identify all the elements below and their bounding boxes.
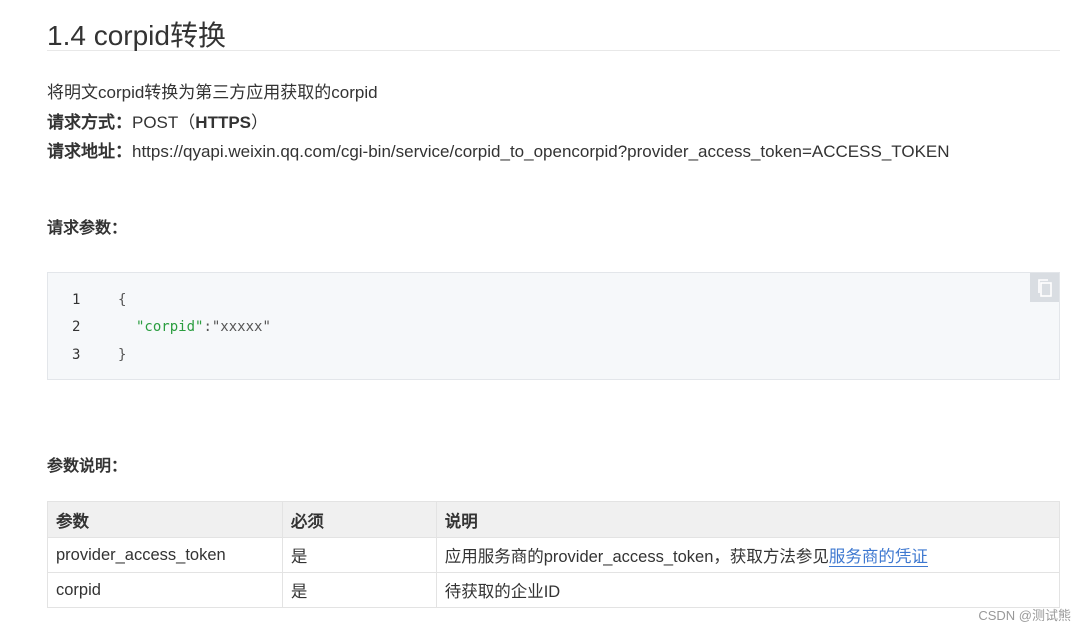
json-value: "xxxxx" <box>211 319 271 335</box>
request-method-value: POST（ <box>132 112 196 132</box>
header-param: 参数 <box>47 501 283 538</box>
request-method-line: 请求方式：POST（HTTPS） <box>47 112 269 132</box>
param-desc-heading: 参数说明： <box>47 458 128 475</box>
header-desc: 说明 <box>435 501 1061 538</box>
request-url-value: https://qyapi.weixin.qq.com/cgi-bin/serv… <box>132 142 950 161</box>
description-block: 将明文corpid转换为第三方应用获取的corpid 请求方式：POST（HTT… <box>47 78 1060 167</box>
table-row: corpid 是 待获取的企业ID <box>47 572 1061 608</box>
code-text: { <box>118 292 127 308</box>
json-colon: : <box>203 319 212 335</box>
request-method-label: 请求方式 <box>47 112 115 132</box>
cell-required: 是 <box>281 537 437 573</box>
article-content: 1.4 corpid转换 将明文corpid转换为第三方应用获取的corpid … <box>47 0 1061 608</box>
request-protocol: HTTPS <box>195 112 252 132</box>
copy-icon <box>1037 278 1052 297</box>
json-key: "corpid" <box>136 319 204 335</box>
copy-button[interactable] <box>1030 273 1059 302</box>
code-text: } <box>118 347 127 363</box>
description-text: 将明文corpid转换为第三方应用获取的corpid <box>47 83 378 102</box>
request-params-heading: 请求参数： <box>47 220 128 237</box>
line-number: 2 <box>72 319 81 335</box>
params-table: 参数 必须 说明 provider_access_token 是 应用服务商的p… <box>47 501 1061 608</box>
cell-required: 是 <box>281 572 437 608</box>
code-text: "corpid":"xxxxx" <box>136 317 271 337</box>
page-title: 1.4 corpid转换 <box>47 0 1060 51</box>
cell-param: provider_access_token <box>47 537 283 573</box>
line-number: 3 <box>72 347 81 363</box>
table-row: provider_access_token 是 应用服务商的provider_a… <box>47 537 1061 573</box>
code-block: 1 { 2 "corpid":"xxxxx" 3 } <box>47 272 1060 380</box>
table-header-row: 参数 必须 说明 <box>47 501 1061 538</box>
request-url-line: 请求地址：https://qyapi.weixin.qq.com/cgi-bin… <box>47 142 950 161</box>
cell-desc: 应用服务商的provider_access_token，获取方法参见服务商的凭证 <box>435 537 1061 573</box>
request-url-label: 请求地址 <box>47 142 115 161</box>
cell-param: corpid <box>47 572 283 608</box>
provider-credential-link[interactable]: 服务商的凭证 <box>828 548 928 567</box>
header-required: 必须 <box>281 501 437 538</box>
cell-desc: 待获取的企业ID <box>435 572 1061 608</box>
line-number: 1 <box>72 292 81 308</box>
watermark: CSDN @测试熊 <box>978 608 1071 623</box>
